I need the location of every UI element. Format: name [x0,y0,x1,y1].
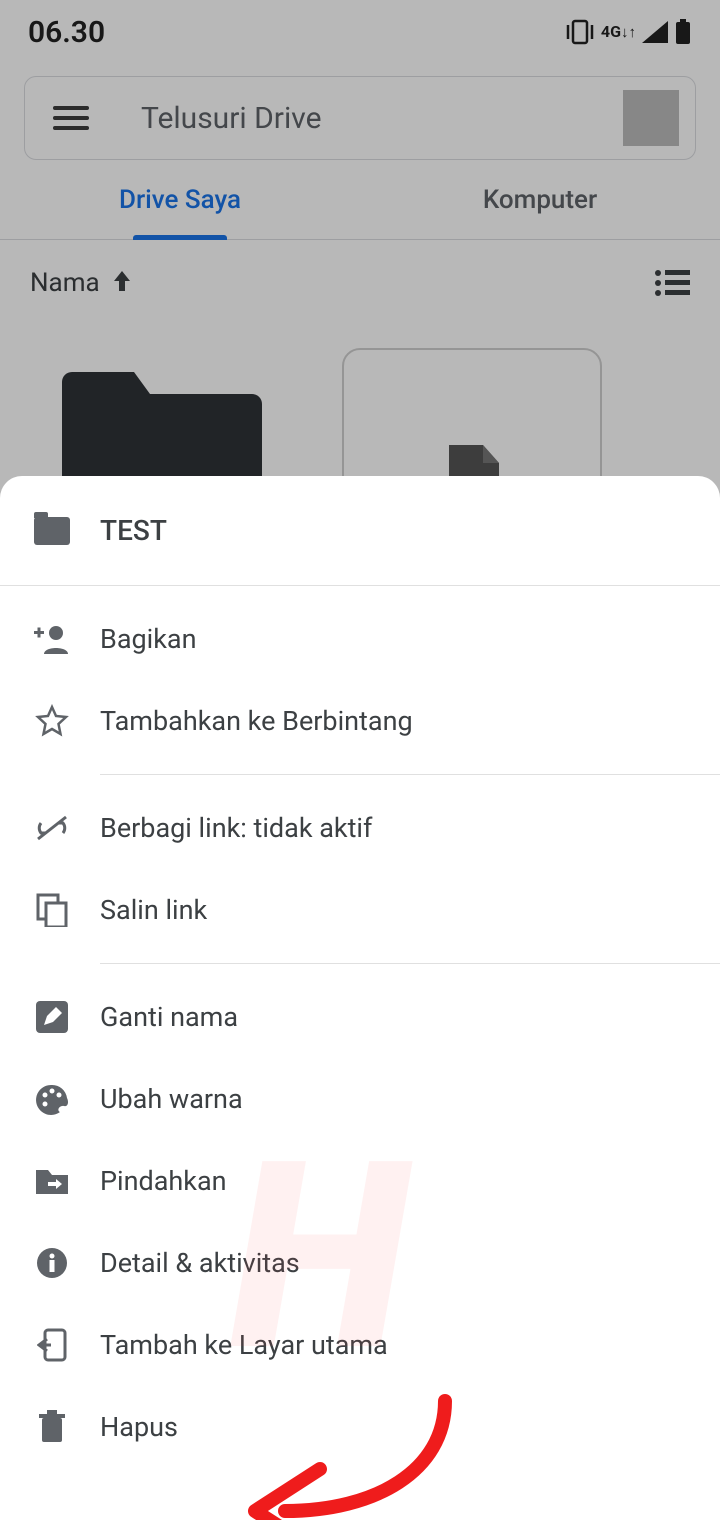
folder-move-icon [34,1163,70,1199]
copy-icon [34,892,70,928]
menu-copy-link[interactable]: Salin link [0,869,720,951]
add-to-home-icon [34,1327,70,1363]
menu-details[interactable]: Detail & aktivitas [0,1222,720,1304]
menu-link-sharing[interactable]: Berbagi link: tidak aktif [0,787,720,869]
menu-delete[interactable]: Hapus [0,1386,720,1468]
menu-share[interactable]: Bagikan [0,598,720,680]
menu-rename[interactable]: Ganti nama [0,976,720,1058]
menu-change-color[interactable]: Ubah warna [0,1058,720,1140]
link-off-icon [34,810,70,846]
trash-icon [34,1409,70,1445]
sheet-header: TEST [0,476,720,586]
info-icon [34,1245,70,1281]
menu-add-star[interactable]: Tambahkan ke Berbintang [0,680,720,762]
folder-icon [34,517,70,545]
menu-move[interactable]: Pindahkan [0,1140,720,1222]
star-icon [34,703,70,739]
menu-add-to-homescreen[interactable]: Tambah ke Layar utama [0,1304,720,1386]
person-add-icon [34,621,70,657]
edit-icon [34,999,70,1035]
palette-icon [34,1081,70,1117]
action-sheet: H TEST Bagikan Tambahkan ke Berbintang B… [0,476,720,1520]
sheet-title: TEST [100,514,167,547]
